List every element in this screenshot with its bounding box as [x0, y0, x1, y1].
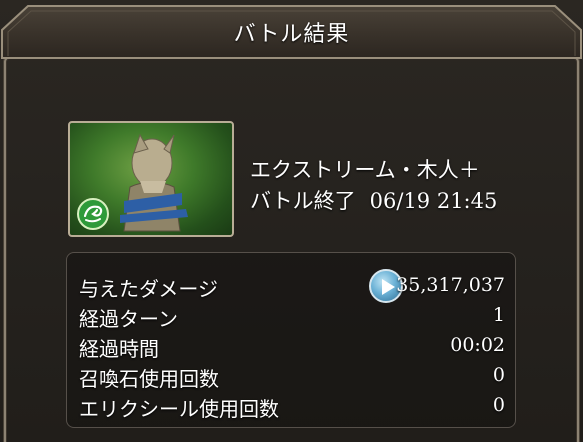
- stat-label: エリクシール使用回数: [79, 397, 279, 421]
- battle-stats: 与えたダメージ 35,317,037 経過ターン 1 経過時間 00:02 召喚…: [66, 252, 516, 428]
- stat-value: 00:02: [450, 334, 505, 356]
- stat-value: 0: [492, 364, 505, 386]
- stat-row-summon-uses: 召喚石使用回数 0: [79, 363, 505, 393]
- stat-row-elapsed-time: 経過時間 00:02: [79, 333, 505, 363]
- battle-status: バトル終了: [250, 189, 356, 213]
- quest-thumbnail: [68, 121, 234, 237]
- battle-end-time: 06/19 21:45: [369, 189, 498, 213]
- quest-name: エクストリーム・木人＋: [250, 158, 480, 182]
- stat-row-turns: 経過ターン 1: [79, 303, 505, 333]
- stat-value: 1: [492, 304, 505, 326]
- wind-element-icon: [77, 198, 109, 230]
- stat-value: 35,317,037: [396, 274, 505, 296]
- stat-value: 0: [492, 394, 505, 416]
- stat-row-damage: 与えたダメージ 35,317,037: [79, 269, 505, 303]
- title-bar: バトル結果: [0, 0, 583, 64]
- play-icon: [382, 279, 395, 295]
- quest-status-line: バトル終了 06/19 21:45: [250, 185, 497, 215]
- stat-label: 経過ターン: [79, 307, 178, 331]
- stat-label: 与えたダメージ: [79, 277, 218, 301]
- window-title: バトル結果: [233, 22, 350, 47]
- stat-label: 経過時間: [79, 337, 159, 361]
- stat-label: 召喚石使用回数: [79, 367, 219, 391]
- battle-result-panel: バトル結果 エクストリーム・木人＋ バトル終了 06/19 21:45 与えたダメ…: [0, 0, 583, 442]
- stat-row-elixir-uses: エリクシール使用回数 0: [79, 393, 505, 423]
